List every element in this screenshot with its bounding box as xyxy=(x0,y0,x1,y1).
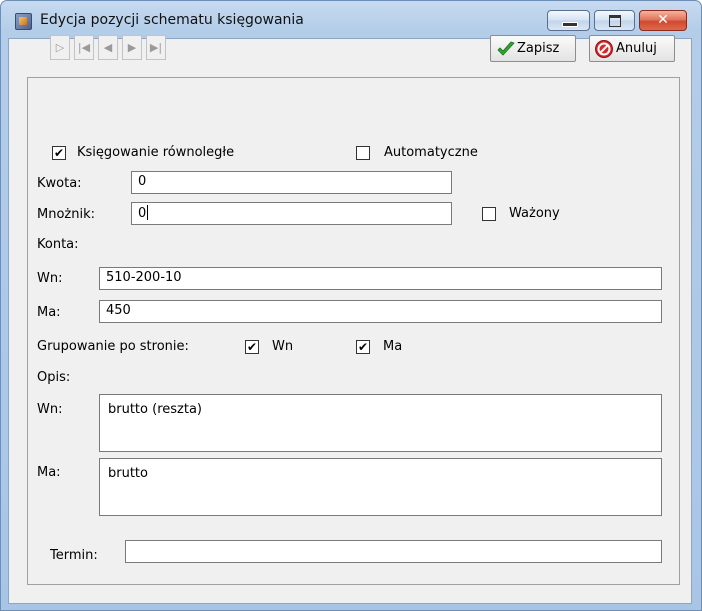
nav-last-button[interactable]: ▶| xyxy=(146,35,166,60)
grupowanie-ma-label: Ma xyxy=(383,339,403,354)
check-icon xyxy=(497,41,515,56)
mnoznik-input[interactable]: 0 xyxy=(131,202,452,225)
nav-next-button[interactable]: ▶ xyxy=(122,35,142,60)
cancel-label: Anuluj xyxy=(616,41,657,56)
maximize-icon xyxy=(609,15,621,27)
app-icon xyxy=(15,13,32,30)
konta-ma-label: Ma: xyxy=(37,305,61,320)
close-button[interactable]: ✕ xyxy=(639,10,687,31)
ksiegowanie-rownolegle-checkbox[interactable] xyxy=(52,146,66,160)
maximize-button[interactable] xyxy=(594,10,635,31)
minimize-button[interactable] xyxy=(547,10,590,31)
grupowanie-wn-checkbox[interactable] xyxy=(245,340,259,354)
mnoznik-label: Mnożnik: xyxy=(37,207,95,222)
grupowanie-label: Grupowanie po stronie: xyxy=(37,339,189,354)
grupowanie-ma-checkbox[interactable] xyxy=(356,340,370,354)
cancel-icon xyxy=(595,40,613,58)
mnoznik-value: 0 xyxy=(138,206,147,221)
text-caret xyxy=(147,205,149,220)
konta-ma-input[interactable]: 450 xyxy=(99,300,662,323)
grupowanie-wn-label: Wn xyxy=(272,339,294,354)
save-label: Zapisz xyxy=(517,41,560,56)
save-button[interactable]: Zapisz xyxy=(490,35,576,62)
kwota-label: Kwota: xyxy=(37,176,82,191)
automatyczne-checkbox[interactable] xyxy=(356,146,370,160)
opis-wn-textarea[interactable]: brutto (reszta) xyxy=(99,394,662,452)
minimize-icon xyxy=(562,22,578,27)
cancel-button[interactable]: Anuluj xyxy=(589,35,675,62)
nav-new-button[interactable]: ▷ xyxy=(50,35,70,60)
wazony-label: Ważony xyxy=(509,206,560,221)
konta-wn-label: Wn: xyxy=(37,271,63,286)
termin-label: Termin: xyxy=(50,548,98,563)
opis-ma-label: Ma: xyxy=(37,465,61,480)
close-icon: ✕ xyxy=(657,12,669,28)
opis-wn-label: Wn: xyxy=(37,402,63,417)
konta-label: Konta: xyxy=(37,237,79,252)
automatyczne-label: Automatyczne xyxy=(384,145,478,160)
nav-first-button[interactable]: |◀ xyxy=(74,35,94,60)
window-title: Edycja pozycji schematu księgowania xyxy=(40,12,304,28)
ksiegowanie-rownolegle-label: Księgowanie równoległe xyxy=(77,145,235,160)
nav-prev-button[interactable]: ◀ xyxy=(98,35,118,60)
kwota-input[interactable]: 0 xyxy=(131,171,452,194)
wazony-checkbox[interactable] xyxy=(482,207,496,221)
opis-ma-textarea[interactable]: brutto xyxy=(99,458,662,516)
opis-label: Opis: xyxy=(37,370,71,385)
konta-wn-input[interactable]: 510-200-10 xyxy=(99,267,662,290)
termin-input[interactable] xyxy=(125,540,662,563)
title-bar[interactable]: Edycja pozycji schematu księgowania ✕ xyxy=(1,1,701,35)
